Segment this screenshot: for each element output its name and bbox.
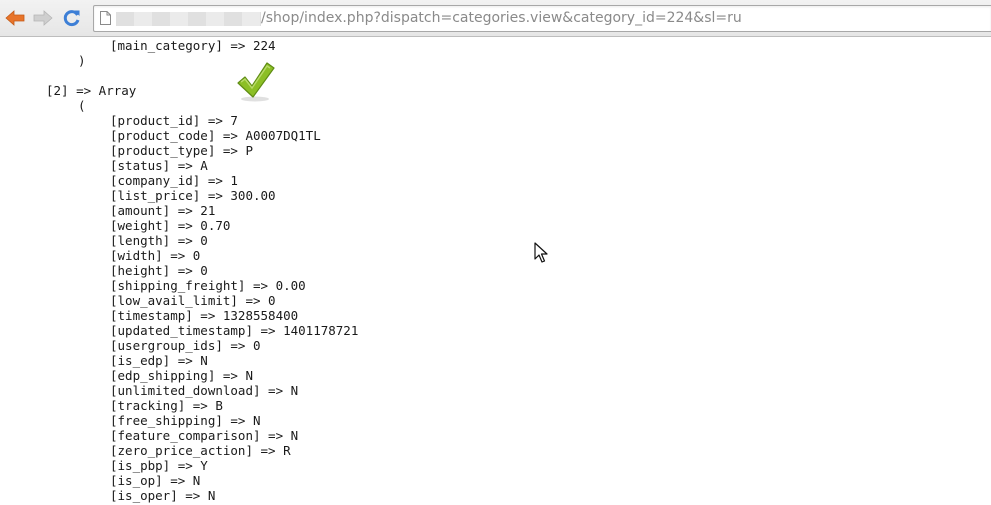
dump-line: ) [78, 53, 86, 68]
reload-icon [63, 10, 80, 27]
dump-field-line: [product_type] => P [110, 143, 253, 158]
arrow-left-icon [5, 10, 25, 26]
reload-button[interactable] [61, 8, 83, 28]
url-host-redacted [116, 12, 261, 26]
dump-field-line: [tracking] => B [110, 398, 223, 413]
dump-field-line: [amount] => 21 [110, 203, 216, 218]
dump-field-line: [unlimited_download] => N [110, 383, 299, 398]
dump-field-line: [width] => 0 [110, 248, 201, 263]
dump-field-line: [is_edp] => N [110, 353, 208, 368]
dump-field-line: [timestamp] => 1328558400 [110, 308, 299, 323]
dump-field-line: [updated_timestamp] => 1401178721 [110, 323, 359, 338]
dump-field-line: [is_pbp] => Y [110, 458, 208, 473]
dump-field-line: [usergroup_ids] => 0 [110, 338, 261, 353]
url-path: /shop/index.php?dispatch=categories.view… [261, 10, 742, 26]
dump-field-line: [status] => A [110, 158, 208, 173]
dump-field-line: [is_op] => N [110, 473, 201, 488]
checkmark-icon [237, 62, 275, 102]
dump-field-line: [product_id] => 7 [110, 113, 238, 128]
back-button[interactable] [4, 8, 26, 28]
arrow-right-icon [33, 10, 53, 26]
address-bar[interactable]: /shop/index.php?dispatch=categories.view… [93, 5, 991, 32]
dump-field-line: [list_price] => 300.00 [110, 188, 276, 203]
dump-field-line: [shipping_freight] => 0.00 [110, 278, 306, 293]
dump-field-line: [company_id] => 1 [110, 173, 238, 188]
forward-button[interactable] [32, 8, 54, 28]
dump-field-line: [is_oper] => N [110, 488, 216, 503]
array-header: [2] => Array [46, 83, 137, 98]
page-content: [main_category] => 224 ) [2] => Array ( … [0, 37, 991, 505]
page-icon [100, 11, 111, 25]
dump-field-line: [height] => 0 [110, 263, 208, 278]
dump-field-line: [zero_price_action] => R [110, 443, 291, 458]
dump-line: ( [78, 98, 86, 113]
mouse-cursor-icon [534, 242, 548, 263]
dump-field-line: [feature_comparison] => N [110, 428, 299, 443]
dump-field-line: [product_code] => A0007DQ1TL [110, 128, 321, 143]
dump-field-line: [low_avail_limit] => 0 [110, 293, 276, 308]
dump-field-line: [length] => 0 [110, 233, 208, 248]
dump-field-line: [free_shipping] => N [110, 413, 261, 428]
dump-field-line: [edp_shipping] => N [110, 368, 253, 383]
dump-field-line: [weight] => 0.70 [110, 218, 231, 233]
browser-toolbar: /shop/index.php?dispatch=categories.view… [0, 0, 991, 37]
dump-line: [main_category] => 224 [110, 38, 276, 53]
